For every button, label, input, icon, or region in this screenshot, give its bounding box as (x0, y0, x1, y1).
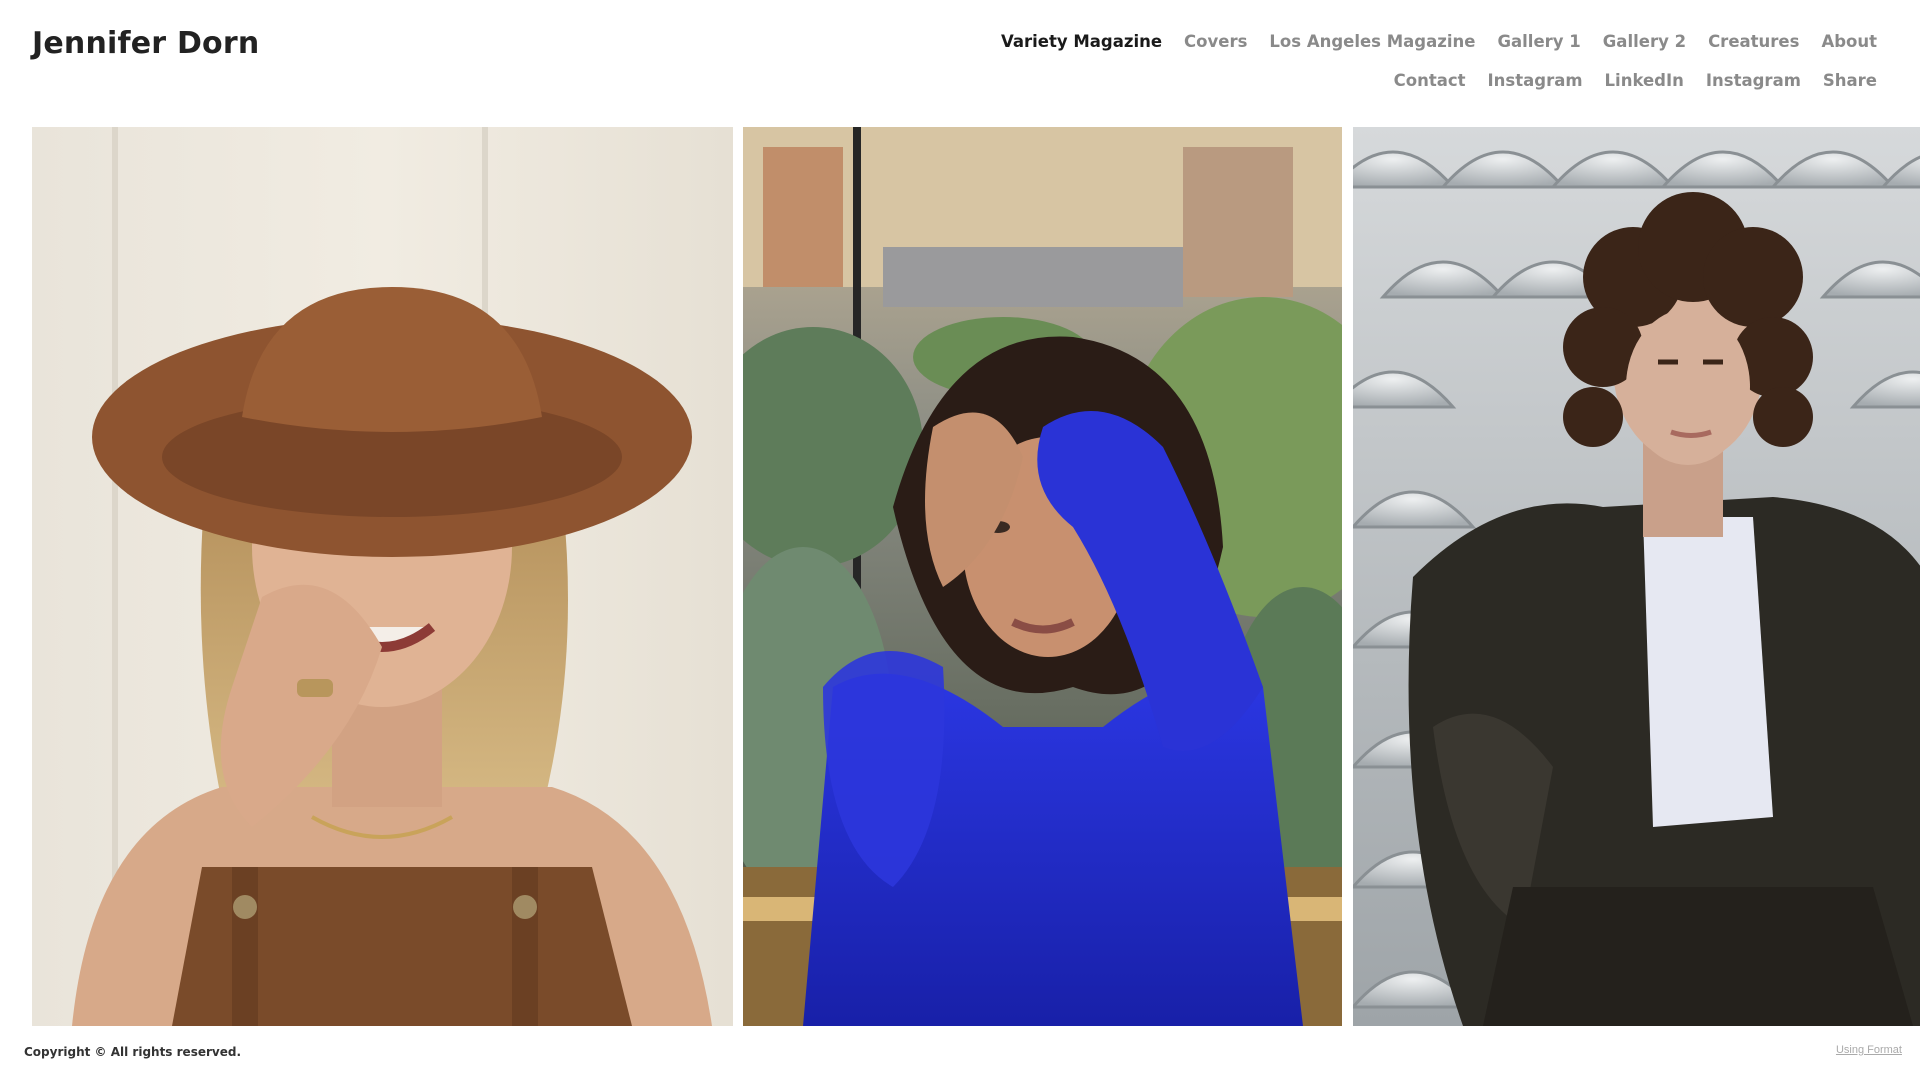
photo-gallery (32, 127, 1920, 1026)
portrait-hat-image (32, 127, 733, 1026)
nav-contact[interactable]: Contact (1394, 71, 1466, 90)
nav-covers[interactable]: Covers (1184, 32, 1247, 51)
gallery-photo[interactable] (32, 127, 733, 1026)
nav-gallery-1[interactable]: Gallery 1 (1497, 32, 1580, 51)
nav-linkedin[interactable]: LinkedIn (1605, 71, 1684, 90)
nav-instagram[interactable]: Instagram (1488, 71, 1583, 90)
gallery-photo[interactable] (743, 127, 1342, 1026)
main-nav-row-1: Variety Magazine Covers Los Angeles Maga… (1001, 32, 1877, 51)
main-nav-row-2: Contact Instagram LinkedIn Instagram Sha… (1394, 71, 1877, 90)
nav-about[interactable]: About (1821, 32, 1877, 51)
nav-los-angeles-magazine[interactable]: Los Angeles Magazine (1269, 32, 1475, 51)
nav-share[interactable]: Share (1823, 71, 1877, 90)
site-title[interactable]: Jennifer Dorn (32, 26, 259, 61)
nav-variety-magazine[interactable]: Variety Magazine (1001, 32, 1162, 51)
portrait-blue-blouse-image (743, 127, 1342, 1026)
nav-creatures[interactable]: Creatures (1708, 32, 1799, 51)
nav-instagram-2[interactable]: Instagram (1706, 71, 1801, 90)
copyright-text: Copyright © All rights reserved. (24, 1045, 241, 1059)
nav-gallery-2[interactable]: Gallery 2 (1603, 32, 1686, 51)
gallery-photo[interactable] (1353, 127, 1920, 1026)
using-format-link[interactable]: Using Format (1836, 1044, 1902, 1056)
portrait-leather-jacket-image (1353, 127, 1920, 1026)
